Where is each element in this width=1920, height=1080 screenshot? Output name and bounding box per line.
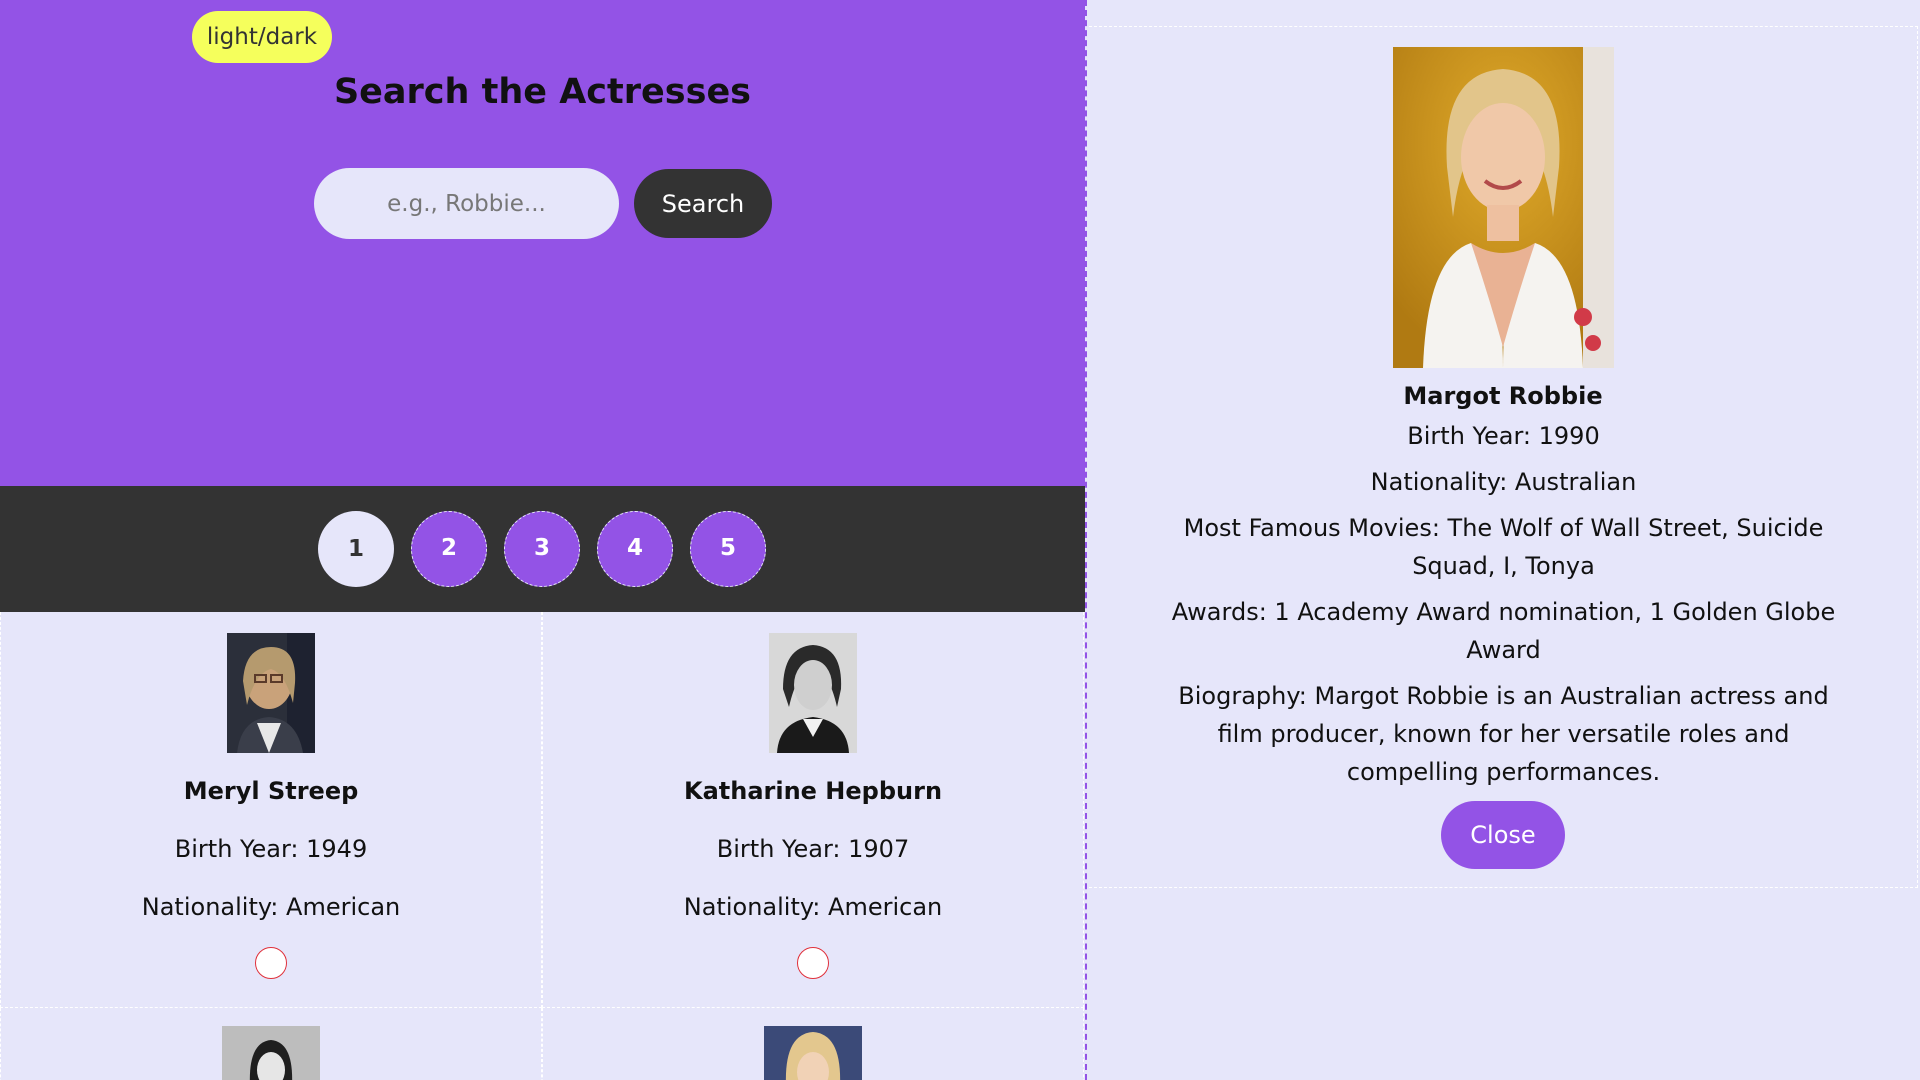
theme-toggle-button[interactable]: light/dark	[192, 11, 332, 63]
actress-detail-photo	[1393, 47, 1614, 368]
main-column: light/dark Search the Actresses Search 1…	[0, 0, 1087, 1080]
page-button-4[interactable]: 4	[597, 511, 673, 587]
page-button-2[interactable]: 2	[411, 511, 487, 587]
actress-photo	[227, 633, 315, 753]
pagination: 1 2 3 4 5	[0, 486, 1085, 612]
detail-name: Margot Robbie	[1403, 382, 1603, 410]
search-header: light/dark Search the Actresses Search	[0, 0, 1085, 486]
favorite-toggle[interactable]	[797, 947, 829, 979]
actress-name: Meryl Streep	[183, 777, 359, 805]
actress-card[interactable]: Meryl Streep Birth Year: 1949 Nationalit…	[0, 612, 542, 1008]
detail-awards: Awards: 1 Academy Award nomination, 1 Go…	[1171, 598, 1836, 664]
actress-photo	[764, 1026, 862, 1080]
actress-card[interactable]	[542, 1008, 1084, 1080]
actress-photo	[769, 633, 857, 753]
page-button-5[interactable]: 5	[690, 511, 766, 587]
app-root: light/dark Search the Actresses Search 1…	[0, 0, 1920, 1080]
actress-card[interactable]: Katharine Hepburn Birth Year: 1907 Natio…	[542, 612, 1084, 1008]
detail-biography: Biography: Margot Robbie is an Australia…	[1178, 682, 1829, 786]
search-input[interactable]	[314, 168, 619, 239]
actress-card[interactable]	[0, 1008, 542, 1080]
actress-nationality: Nationality: American	[683, 893, 943, 921]
actress-birth-year: Birth Year: 1949	[174, 835, 368, 863]
detail-famous-movies: Most Famous Movies: The Wolf of Wall Str…	[1183, 514, 1824, 580]
actress-photo	[222, 1026, 320, 1080]
favorite-toggle[interactable]	[255, 947, 287, 979]
page-title: Search the Actresses	[333, 72, 752, 112]
actress-birth-year: Birth Year: 1907	[716, 835, 910, 863]
page-button-3[interactable]: 3	[504, 511, 580, 587]
search-button[interactable]: Search	[634, 169, 772, 238]
page-button-1[interactable]: 1	[318, 511, 394, 587]
detail-nationality: Nationality: Australian	[1370, 468, 1637, 496]
actress-detail-panel: Margot Robbie Birth Year: 1990 Nationali…	[1089, 26, 1918, 888]
actress-name: Katharine Hepburn	[683, 777, 943, 805]
close-button[interactable]: Close	[1441, 801, 1565, 869]
actress-nationality: Nationality: American	[141, 893, 401, 921]
detail-birth-year: Birth Year: 1990	[1407, 422, 1600, 450]
actress-grid: Meryl Streep Birth Year: 1949 Nationalit…	[0, 612, 1085, 1080]
